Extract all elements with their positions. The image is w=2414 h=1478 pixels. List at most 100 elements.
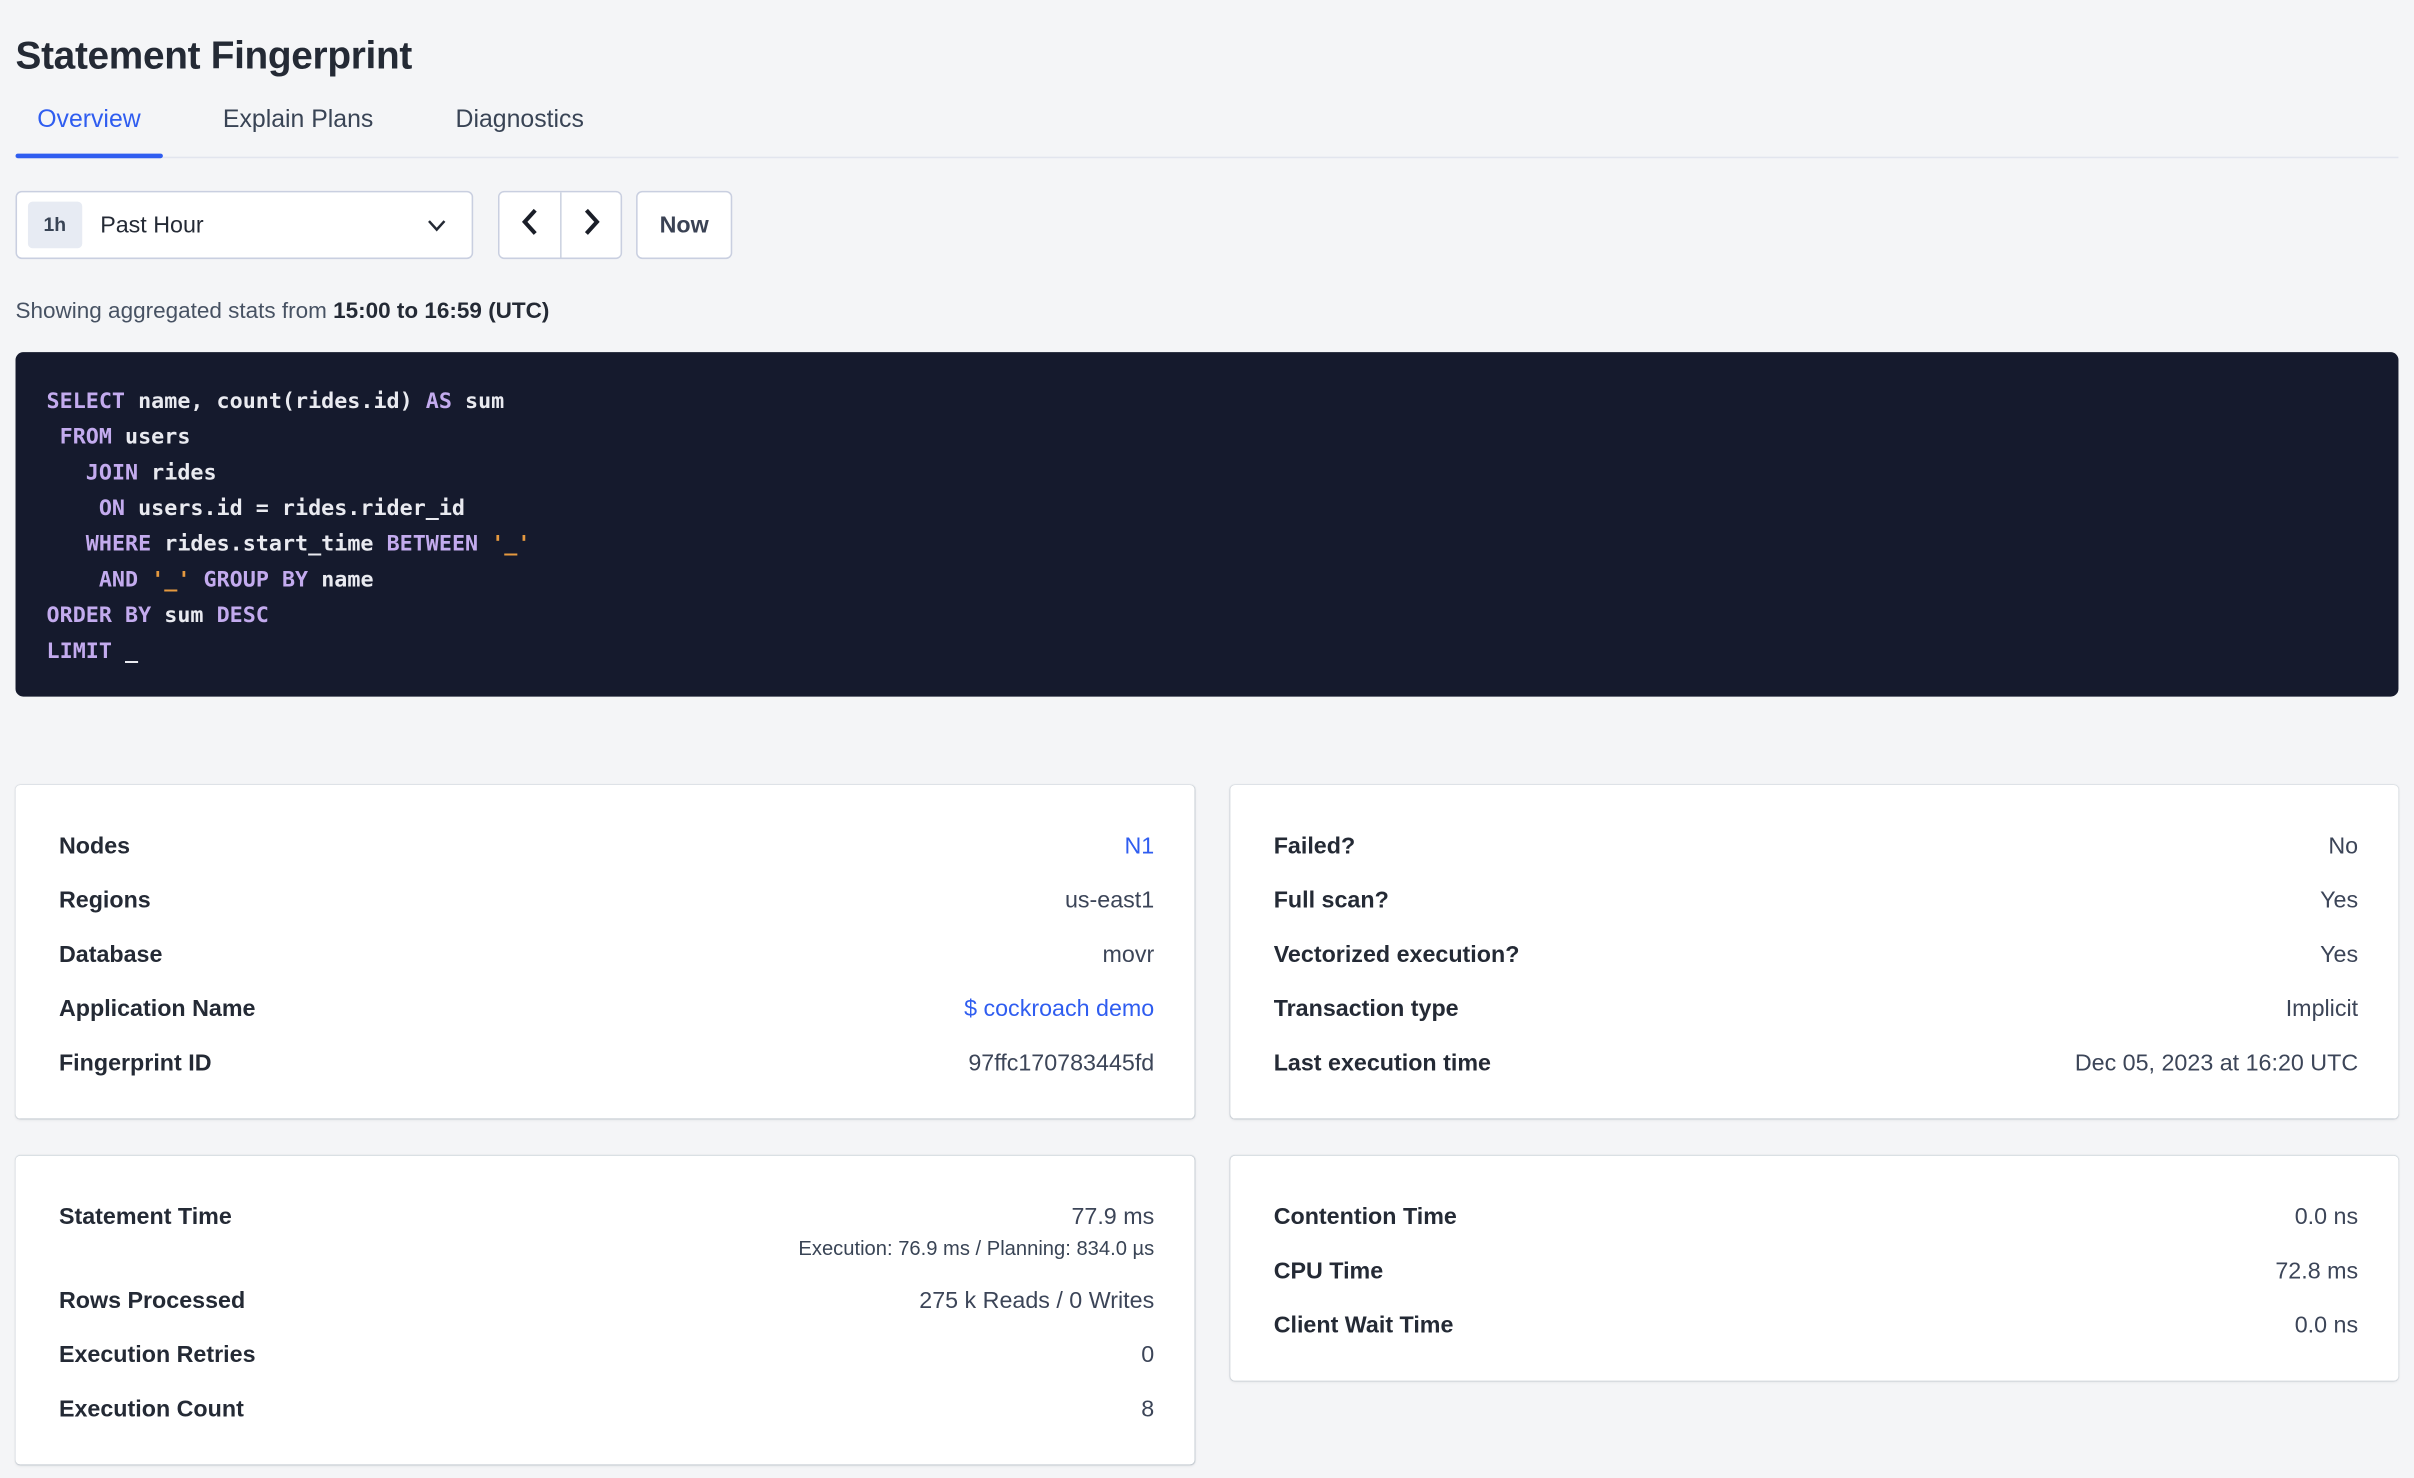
stat-row-client-wait-time: Client Wait Time 0.0 ns	[1274, 1311, 2358, 1340]
summary-cards: Nodes N1 Regions us-east1 Database movr Applic…	[15, 785, 2399, 1465]
statement-fingerprint-page: Statement Fingerprint Overview Explain Pl…	[0, 0, 2414, 1465]
stats-caption: Showing aggregated stats from 15:00 to 1…	[16, 298, 2399, 326]
time-picker-controls: 1h Past Hour Now	[15, 190, 2399, 260]
stat-value-wrap: 77.9 ms Execution: 76.9 ms / Planning: 83…	[798, 1202, 1154, 1261]
sql-line: LIMIT _	[46, 639, 139, 664]
stat-row-contention-time: Contention Time 0.0 ns	[1274, 1202, 2358, 1231]
stat-value-wrap: 97ffc170783445fd	[968, 1049, 1154, 1078]
chevron-right-icon	[583, 207, 600, 243]
stat-value-wrap: 275 k Reads / 0 Writes	[919, 1286, 1154, 1315]
stat-row-vectorized-execution: Vectorized execution? Yes	[1274, 940, 2358, 969]
timing-stats-card: Statement Time 77.9 ms Execution: 76.9 ms …	[15, 1155, 1195, 1465]
stat-value-wrap: No	[2328, 832, 2358, 861]
stat-label: Fingerprint ID	[58, 1050, 212, 1077]
stat-label: Last execution time	[1273, 1050, 1491, 1077]
stat-label: Rows Processed	[58, 1287, 246, 1315]
stat-value: 275 k Reads / 0 Writes	[919, 1287, 1155, 1315]
stat-row-statement-time: Statement Time 77.9 ms Execution: 76.9 ms …	[59, 1202, 1154, 1261]
stat-row-nodes: Nodes N1	[59, 832, 1154, 861]
stat-value: 77.9 ms	[1071, 1203, 1155, 1231]
tab-explain-plans[interactable]: Explain Plans	[201, 93, 395, 157]
next-interval-button[interactable]	[560, 192, 621, 258]
execution-attributes-card: Failed? No Full scan? Yes Vectorized executi…	[1230, 785, 2399, 1119]
viewport: Statement Fingerprint Overview Explain Pl…	[0, 0, 2414, 1478]
stat-value-link[interactable]: $ cockroach demo	[964, 994, 1154, 1023]
now-button[interactable]: Now	[636, 190, 733, 260]
stat-label: Full scan?	[1273, 887, 1389, 914]
statement-details-card: Nodes N1 Regions us-east1 Database movr Applic…	[15, 785, 1195, 1119]
time-interval-pager	[497, 190, 623, 260]
previous-interval-button[interactable]	[499, 192, 561, 258]
stat-label: Nodes	[58, 833, 131, 860]
stat-label: Execution Retries	[58, 1341, 256, 1369]
chevron-left-icon	[521, 207, 538, 243]
time-range-label: Past Hour	[100, 211, 204, 239]
stat-value: Yes	[2320, 887, 2359, 914]
stat-value: 72.8 ms	[2275, 1258, 2359, 1285]
tab-diagnostics[interactable]: Diagnostics	[434, 93, 606, 157]
stat-value: 0.0 ns	[2294, 1203, 2359, 1231]
sql-line: ORDER BY sum DESC	[46, 603, 269, 629]
sql-line: WHERE rides.start_time BETWEEN '_'	[85, 532, 531, 557]
stat-label: Database	[58, 941, 163, 969]
stat-value-wrap: Dec 05, 2023 at 16:20 UTC	[2075, 1049, 2358, 1078]
stat-label: Execution Count	[58, 1396, 244, 1423]
sql-line: JOIN rides	[85, 460, 217, 486]
stat-value: 0	[1141, 1341, 1155, 1369]
stat-label: Client Wait Time	[1273, 1312, 1454, 1339]
stat-row-fingerprint-id: Fingerprint ID 97ffc170783445fd	[59, 1049, 1154, 1078]
sql-line: AND '_' GROUP BY name	[98, 567, 374, 593]
time-range-dropdown[interactable]: 1h Past Hour	[15, 190, 474, 260]
stat-value-wrap: 0.0 ns	[2295, 1311, 2358, 1340]
stat-row-database: Database movr	[59, 940, 1154, 969]
stat-label: Transaction type	[1273, 995, 1459, 1023]
stat-value-wrap: Yes	[2320, 886, 2358, 915]
stat-value: Dec 05, 2023 at 16:20 UTC	[2074, 1050, 2359, 1077]
stat-value: 8	[1141, 1396, 1155, 1423]
stat-label: CPU Time	[1273, 1258, 1384, 1285]
stat-value: Yes	[2320, 941, 2359, 969]
stat-value: No	[2328, 833, 2359, 860]
stat-row-rows-processed: Rows Processed 275 k Reads / 0 Writes	[59, 1286, 1154, 1315]
stat-value: 0.0 ns	[2294, 1312, 2359, 1339]
stat-row-full-scan: Full scan? Yes	[1274, 886, 2358, 915]
stat-value-wrap: Yes	[2320, 940, 2358, 969]
stat-value-wrap: 0.0 ns	[2295, 1202, 2358, 1231]
time-range-badge: 1h	[27, 201, 82, 249]
stat-row-cpu-time: CPU Time 72.8 ms	[1274, 1257, 2358, 1286]
stat-label: Contention Time	[1273, 1203, 1457, 1231]
stat-row-execution-count: Execution Count 8	[59, 1395, 1154, 1424]
tab-overview[interactable]: Overview	[15, 93, 163, 159]
stat-label: Application Name	[58, 995, 256, 1023]
stat-row-regions: Regions us-east1	[59, 886, 1154, 915]
stat-value-wrap: N1	[1124, 832, 1154, 861]
sql-line: SELECT name, count(rides.id) AS sum	[46, 389, 505, 415]
page-title: Statement Fingerprint	[15, 34, 413, 78]
stat-label: Failed?	[1273, 833, 1356, 860]
stat-value: 97ffc170783445fd	[968, 1050, 1155, 1077]
stat-row-execution-retries: Execution Retries 0	[59, 1340, 1154, 1369]
stat-value-link[interactable]: N1	[1124, 832, 1154, 861]
stats-caption-range: 15:00 to 16:59 (UTC)	[333, 299, 550, 325]
stat-value-wrap: 0	[1141, 1340, 1154, 1369]
stat-label: Vectorized execution?	[1273, 941, 1520, 969]
stat-value-wrap: 72.8 ms	[2275, 1257, 2358, 1286]
stat-value: movr	[1102, 941, 1155, 969]
stats-caption-prefix: Showing aggregated stats from	[15, 299, 334, 325]
stat-row-application-name: Application Name $ cockroach demo	[59, 994, 1154, 1023]
stat-value: us-east1	[1064, 887, 1155, 914]
tabs: Overview Explain Plans Diagnostics	[15, 93, 2399, 159]
stat-value-wrap: us-east1	[1065, 886, 1154, 915]
sql-line: FROM users	[59, 425, 191, 450]
stat-value-wrap: movr	[1103, 940, 1155, 969]
chevron-down-icon	[427, 218, 447, 232]
stat-row-failed: Failed? No	[1274, 832, 2358, 861]
stat-row-transaction-type: Transaction type Implicit	[1274, 994, 2358, 1023]
stat-subvalue: Execution: 76.9 ms / Planning: 834.0 µs	[798, 1236, 1155, 1260]
sql-line: ON users.id = rides.rider_id	[98, 496, 466, 522]
stat-row-last-execution-time: Last execution time Dec 05, 2023 at 16:20…	[1274, 1049, 2358, 1078]
stat-value-wrap: 8	[1141, 1395, 1154, 1424]
stat-label: Statement Time	[58, 1203, 232, 1231]
resource-stats-card: Contention Time 0.0 ns CPU Time 72.8 ms Clie…	[1230, 1155, 2399, 1381]
stat-label: Regions	[58, 887, 151, 914]
